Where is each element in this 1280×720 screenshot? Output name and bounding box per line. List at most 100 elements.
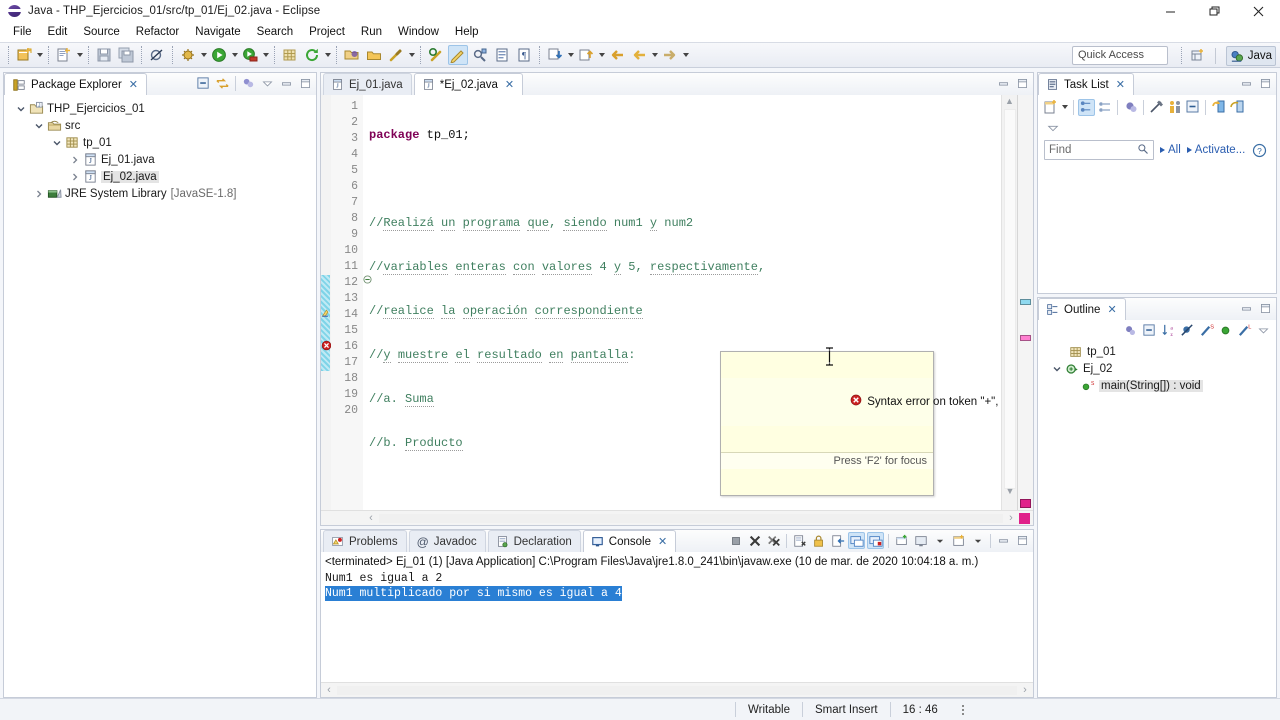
open-resource-icon[interactable] (342, 45, 362, 65)
twisty-closed-icon[interactable] (68, 172, 82, 182)
tree-item-src[interactable]: src (4, 117, 316, 134)
categorize-icon[interactable] (1078, 98, 1095, 116)
run-dropdown-icon[interactable] (230, 46, 239, 64)
new-wizard-icon[interactable] (14, 45, 34, 65)
task-find-input[interactable]: Find (1044, 140, 1154, 160)
focus-on-workweek-icon[interactable] (1122, 99, 1139, 116)
task-activate-link[interactable]: Activate... (1186, 144, 1245, 156)
console-text[interactable]: <terminated> Ej_01 (1) [Java Application… (321, 552, 1033, 682)
tab-declaration[interactable]: Declaration (487, 530, 581, 552)
forward-icon[interactable] (660, 45, 680, 65)
menu-source[interactable]: Source (75, 24, 127, 40)
back-icon[interactable] (629, 45, 649, 65)
run-external-tools-icon[interactable] (240, 45, 260, 65)
new-java-dropdown-icon[interactable] (75, 46, 84, 64)
overview-ruler[interactable] (1017, 95, 1033, 510)
open-perspective-icon[interactable] (1188, 47, 1208, 65)
next-annotation-icon[interactable]: ¶ (514, 45, 534, 65)
previous-annotation-icon[interactable] (492, 45, 512, 65)
close-icon[interactable]: ✕ (129, 78, 138, 91)
tab-javadoc[interactable]: @ Javadoc (408, 530, 486, 552)
tab-console[interactable]: Console ✕ (582, 530, 677, 552)
collapse-all-icon[interactable] (195, 75, 212, 92)
twisty-closed-icon[interactable] (32, 189, 46, 199)
menu-project[interactable]: Project (301, 24, 353, 40)
restore-button[interactable] (1192, 0, 1236, 22)
collapse-all-icon[interactable] (1141, 322, 1158, 339)
new-task-dropdown-icon[interactable] (1060, 98, 1069, 116)
twisty-open-icon[interactable] (14, 104, 28, 114)
maximize-view-icon[interactable] (1257, 75, 1274, 92)
maximize-view-icon[interactable] (1014, 75, 1031, 92)
forward-dropdown-icon[interactable] (681, 46, 690, 64)
scroll-up-arrow-icon[interactable]: ▲ (1002, 95, 1017, 107)
h-scroll-track[interactable] (337, 685, 1017, 695)
new-console-view-icon[interactable] (893, 532, 910, 549)
twisty-closed-icon[interactable] (68, 155, 82, 165)
tab-package-explorer[interactable]: Package Explorer ✕ (4, 73, 147, 95)
collapse-all-icon[interactable] (1184, 99, 1201, 116)
source-code[interactable]: package tp_01; //Realizá un programa que… (363, 95, 1001, 510)
hide-local-types-icon[interactable]: L (1236, 322, 1253, 339)
console-menu-icon[interactable] (950, 532, 967, 549)
clear-console-icon[interactable] (791, 532, 808, 549)
new-java-class-icon[interactable] (54, 45, 74, 65)
close-icon[interactable]: ✕ (1107, 303, 1116, 316)
tree-item-package[interactable]: tp_01 (4, 134, 316, 151)
editor-text-area[interactable]: 1 2 3 4 5 6 7 8 9 10 11 12 13 14 15 16 1… (321, 95, 1033, 510)
scroll-down-arrow-icon[interactable]: ▼ (1002, 486, 1018, 496)
search-icon[interactable] (1137, 143, 1149, 158)
menu-run[interactable]: Run (353, 24, 390, 40)
tab-task-list[interactable]: Task List ✕ (1038, 73, 1134, 95)
synchronize-changed-icon[interactable] (1210, 99, 1227, 116)
task-list-view-menu-icon[interactable] (1044, 119, 1061, 136)
close-button[interactable] (1236, 0, 1280, 22)
presentation-icon[interactable] (1096, 99, 1113, 116)
outline-item-class[interactable]: Ej_02 (1038, 360, 1276, 377)
debug-dropdown-icon[interactable] (199, 46, 208, 64)
new-dropdown-icon[interactable] (35, 46, 44, 64)
maximize-view-icon[interactable] (297, 75, 314, 92)
open-type-dropdown-icon[interactable] (323, 46, 332, 64)
editor-annotation-gutter[interactable] (321, 95, 332, 510)
outline-view-menu-icon[interactable] (1255, 322, 1272, 339)
minimize-view-icon[interactable] (1238, 300, 1255, 317)
save-all-icon[interactable] (116, 45, 136, 65)
minimize-view-icon[interactable] (278, 75, 295, 92)
overview-mark-warning[interactable] (1020, 299, 1031, 305)
editor-tab-ej02[interactable]: J *Ej_02.java ✕ (413, 73, 524, 95)
minimize-view-icon[interactable] (995, 532, 1012, 549)
twisty-open-icon[interactable] (32, 121, 46, 131)
focus-icon[interactable] (1122, 322, 1139, 339)
overview-mark-problem[interactable] (1020, 499, 1031, 508)
error-marker-icon[interactable] (321, 340, 332, 351)
tab-problems[interactable]: Problems (323, 530, 407, 552)
close-icon[interactable]: ✕ (1116, 78, 1125, 91)
last-edit-location-icon[interactable] (426, 45, 446, 65)
menu-file[interactable]: File (5, 24, 40, 40)
problem-indicator[interactable] (1019, 512, 1030, 524)
h-scroll-track[interactable] (379, 513, 1003, 523)
menu-refactor[interactable]: Refactor (128, 24, 187, 40)
scroll-right-arrow-icon[interactable]: › (1003, 512, 1019, 524)
hide-non-public-icon[interactable] (1217, 322, 1234, 339)
console-horizontal-scrollbar[interactable]: ‹ › (321, 682, 1033, 697)
open-console-icon[interactable] (912, 532, 929, 549)
outline-item-package[interactable]: tp_01 (1038, 343, 1276, 360)
warning-marker-icon[interactable] (321, 308, 331, 318)
open-console-dropdown-icon[interactable] (931, 532, 948, 549)
synchronize-all-icon[interactable] (1228, 99, 1245, 116)
new-package-icon[interactable] (280, 45, 300, 65)
search-dropdown-icon[interactable] (407, 46, 416, 64)
remove-launch-icon[interactable] (746, 532, 763, 549)
tree-item-project[interactable]: J THP_Ejercicios_01 (4, 100, 316, 117)
overview-mark-error[interactable] (1020, 335, 1031, 341)
tree-item-jre-library[interactable]: JRE System Library [JavaSE-1.8] (4, 185, 316, 202)
view-menu-icon[interactable] (240, 75, 257, 92)
save-icon[interactable] (94, 45, 114, 65)
scroll-left-arrow-icon[interactable]: ‹ (363, 512, 379, 524)
menu-edit[interactable]: Edit (40, 24, 76, 40)
search-references-icon[interactable] (470, 45, 490, 65)
next-edit-annotation-icon[interactable] (545, 45, 565, 65)
new-task-icon[interactable] (1042, 99, 1059, 116)
